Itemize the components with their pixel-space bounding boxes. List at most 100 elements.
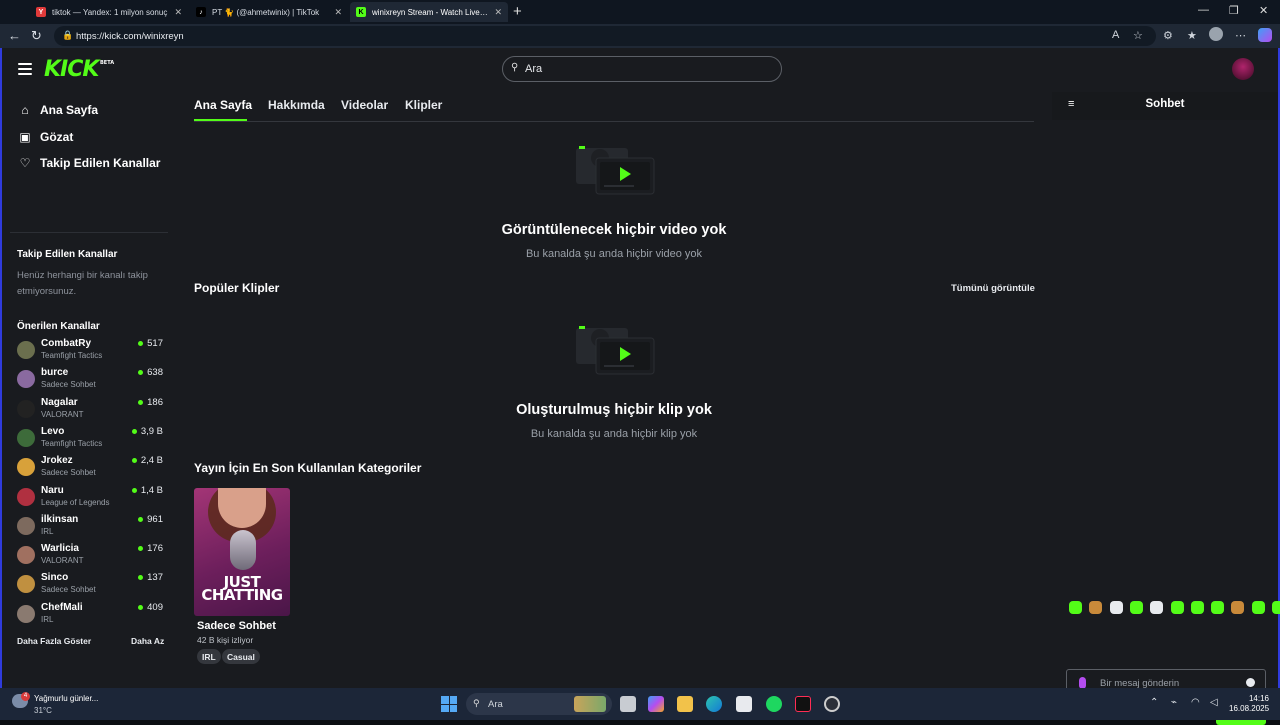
- recommended-channel[interactable]: ilkinsan IRL 961: [17, 513, 165, 539]
- emote-icon[interactable]: [1069, 601, 1082, 614]
- wifi-icon[interactable]: ◠: [1191, 697, 1200, 708]
- read-aloud-icon[interactable]: A: [1112, 29, 1119, 41]
- tab-clips[interactable]: Klipler: [405, 98, 442, 112]
- sidebar-item-home[interactable]: ⌂ Ana Sayfa: [18, 100, 98, 120]
- emote-icon[interactable]: [1150, 601, 1164, 614]
- back-icon[interactable]: ←: [8, 28, 21, 43]
- app-icon[interactable]: [824, 696, 840, 712]
- yandex-icon: Y: [36, 7, 46, 17]
- category-card-thumbnail[interactable]: JUST CHATTING: [194, 488, 290, 616]
- channel-name: Sinco: [41, 572, 69, 584]
- recommended-channel[interactable]: Jrokez Sadece Sohbet 2,4 B: [17, 454, 165, 480]
- videos-empty-title: Görüntülenecek hiçbir video yok: [501, 222, 727, 238]
- extensions-icon[interactable]: ⚙: [1163, 29, 1173, 42]
- maximize-icon[interactable]: ❐: [1229, 4, 1239, 17]
- start-button[interactable]: [441, 696, 457, 712]
- tab-label: PT 🐈 (@ahmetwinix) | TikTok: [212, 7, 320, 17]
- url-field[interactable]: 🔒 https://kick.com/winixreyn A ☆: [54, 26, 1156, 46]
- close-window-icon[interactable]: ✕: [1259, 4, 1268, 17]
- channel-category: IRL: [41, 614, 54, 624]
- channel-avatar: [17, 487, 35, 506]
- category-name[interactable]: Sadece Sohbet: [197, 620, 276, 632]
- emote-icon[interactable]: [1109, 601, 1123, 614]
- emoji-icon[interactable]: [1246, 678, 1255, 687]
- sidebar-item-label: Gözat: [40, 130, 74, 144]
- tab-home[interactable]: Ana Sayfa: [194, 98, 252, 112]
- recommended-channel[interactable]: Sinco Sadece Sohbet 137: [17, 571, 165, 597]
- task-view-icon[interactable]: [620, 696, 636, 712]
- channel-viewers: 3,9 B: [131, 426, 163, 437]
- network-off-icon[interactable]: ⌁: [1171, 697, 1177, 708]
- edge-icon[interactable]: [706, 696, 722, 712]
- close-icon[interactable]: ✕: [174, 7, 182, 18]
- live-dot-icon: [131, 428, 137, 434]
- file-explorer-icon[interactable]: [677, 696, 693, 712]
- browser-tab-kick[interactable]: K winixreyn Stream - Watch Live on ✕: [350, 2, 508, 22]
- see-all-link[interactable]: Tümünü görüntüle: [951, 283, 1035, 294]
- search-input[interactable]: ⚲ Ara: [502, 56, 782, 82]
- emote-icon[interactable]: [1170, 601, 1184, 614]
- channel-category: VALORANT: [41, 556, 84, 566]
- show-less-link[interactable]: Daha Az: [131, 636, 164, 646]
- minimize-icon[interactable]: —: [1198, 4, 1209, 16]
- spotify-icon[interactable]: [766, 696, 782, 712]
- channel-name: Warlicia: [41, 543, 79, 555]
- recommended-channel[interactable]: burce Sadece Sohbet 638: [17, 366, 165, 392]
- more-icon[interactable]: ⋯: [1235, 29, 1246, 42]
- sidebar-item-browse[interactable]: ▣ Gözat: [18, 127, 73, 147]
- new-tab-button[interactable]: +: [513, 3, 522, 20]
- recommended-channel[interactable]: Naru League of Legends 1,4 B: [17, 484, 165, 510]
- channel-category: Sadece Sohbet: [41, 585, 96, 595]
- tag-irl[interactable]: IRL: [197, 649, 221, 664]
- emote-icon[interactable]: [1129, 601, 1143, 614]
- kick-logo[interactable]: KICK BETA: [44, 57, 114, 82]
- clock-date: 16.08.2025: [1229, 704, 1270, 713]
- store-icon[interactable]: [736, 696, 752, 712]
- volume-icon[interactable]: ◁: [1210, 697, 1218, 708]
- channel-name: Jrokez: [41, 455, 73, 467]
- profile-icon[interactable]: [1209, 27, 1223, 41]
- emote-icon[interactable]: [1190, 601, 1204, 614]
- copilot-icon[interactable]: [1258, 28, 1272, 42]
- browser-tab-tiktok[interactable]: ♪ PT 🐈 (@ahmetwinix) | TikTok ✕: [190, 2, 348, 22]
- recommended-channel[interactable]: CombatRy Teamfight Tactics 517: [17, 337, 165, 363]
- tiktok-app-icon[interactable]: [795, 696, 811, 712]
- channel-viewers: 517: [138, 338, 163, 349]
- close-icon[interactable]: ✕: [334, 7, 342, 18]
- clock[interactable]: 14:16 16.08.2025: [1229, 694, 1269, 714]
- emote-icon[interactable]: [1231, 601, 1245, 614]
- notification-badge: 4: [21, 692, 30, 701]
- close-icon[interactable]: ✕: [494, 7, 502, 18]
- favorite-star-icon[interactable]: ☆: [1133, 29, 1143, 42]
- sidebar-item-following[interactable]: ♡ Takip Edilen Kanallar: [18, 153, 161, 173]
- recommended-channel[interactable]: Nagalar VALORANT 186: [17, 396, 165, 422]
- heart-icon: ♡: [19, 156, 31, 170]
- chat-panel: ≡ Sohbet: [1052, 92, 1278, 688]
- viewer-count: 176: [147, 543, 163, 555]
- browse-icon: ▣: [19, 130, 31, 144]
- taskbar-search[interactable]: ⚲ Ara: [466, 693, 612, 715]
- refresh-icon[interactable]: ↻: [31, 28, 42, 44]
- tab-about[interactable]: Hakkımda: [268, 98, 325, 112]
- recommended-channel[interactable]: ChefMali IRL 409: [17, 601, 165, 627]
- copilot-app-icon[interactable]: [648, 696, 664, 712]
- emote-icon[interactable]: [1251, 601, 1265, 614]
- channel-viewers: 961: [138, 514, 163, 525]
- tray-chevron-icon[interactable]: ⌃: [1150, 697, 1158, 708]
- emote-icon[interactable]: [1089, 601, 1103, 614]
- tab-label: winixreyn Stream - Watch Live on: [372, 7, 489, 17]
- favorites-icon[interactable]: ★: [1187, 29, 1197, 42]
- weather-text: Yağmurlu günler...: [34, 694, 99, 703]
- browser-tab-yandex[interactable]: Y tiktok — Yandex: 1 milyon sonuç ✕: [30, 2, 188, 22]
- recommended-channel[interactable]: Warlicia VALORANT 176: [17, 542, 165, 568]
- show-more-link[interactable]: Daha Fazla Göster: [17, 636, 91, 646]
- recommended-channel[interactable]: Levo Teamfight Tactics 3,9 B: [17, 425, 165, 451]
- tag-casual[interactable]: Casual: [222, 649, 260, 664]
- emote-icon[interactable]: [1272, 601, 1280, 614]
- menu-icon[interactable]: [18, 63, 32, 75]
- emote-icon[interactable]: [1211, 601, 1225, 614]
- live-dot-icon: [138, 341, 144, 346]
- tab-videos[interactable]: Videolar: [341, 98, 388, 112]
- user-avatar[interactable]: [1232, 58, 1254, 80]
- live-dot-icon: [138, 575, 144, 581]
